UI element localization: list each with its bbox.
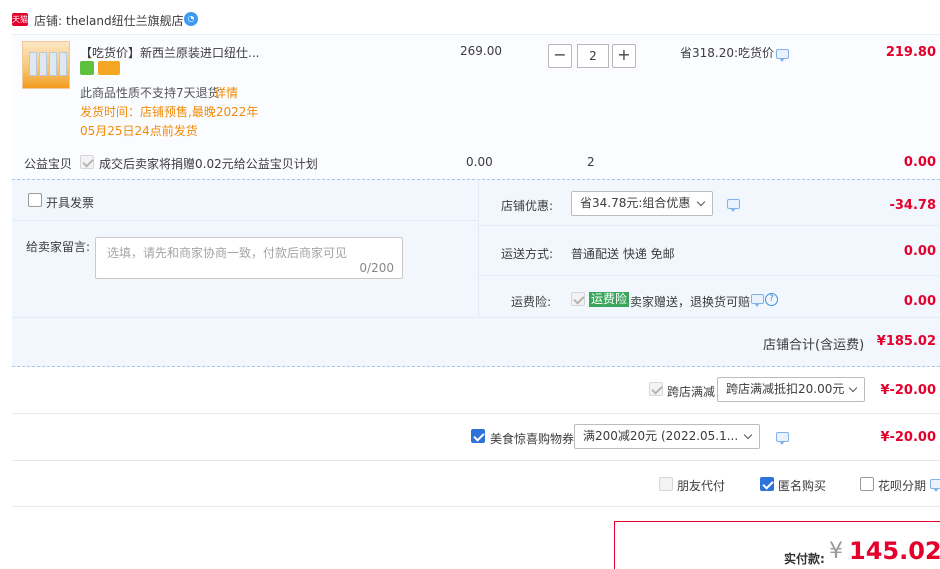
charity-price: 0.00 [466,155,493,169]
shipping-amount: 0.00 [903,244,936,259]
payment-amount: 145.02 [849,537,940,565]
cross-store-checkbox [649,382,663,396]
insurance-checkbox [571,292,585,306]
store-discount-selected: 省34.78元:组合优惠 [580,196,691,210]
quantity-input[interactable]: 2 [577,44,609,68]
store-discount-amount: -34.78 [889,198,936,213]
huabei-label: 花呗分期 [878,479,927,493]
quantity-increase-button[interactable]: + [612,44,636,68]
store-discount-select[interactable]: 省34.78元:组合优惠 [571,191,713,216]
store-discount-label: 店铺优惠: [501,199,554,213]
message-counter: 0/200 [359,261,394,275]
return-policy-note: 此商品性质不支持7天退货 [80,86,220,100]
card-badge-icon [98,61,120,75]
charity-text: 成交后卖家将捐赠0.02元给公益宝贝计划 [99,157,318,171]
item-subtotal: 219.80 [885,45,936,60]
store-total-label: 店铺合计(含运费) [763,338,865,353]
invoice-label: 开具发票 [46,196,95,210]
shipping-label: 运送方式: [501,247,554,261]
charity-qty: 2 [587,155,595,169]
anonymous-checkbox[interactable] [760,477,774,491]
cross-store-amount: ¥-20.00 [880,383,936,398]
insurance-label: 运费险: [511,295,552,309]
help-icon[interactable]: ? [765,293,778,306]
seller-message-textarea[interactable]: 选填，请先和商家协商一致，付款后商家可见 0/200 [95,237,403,279]
message-label: 给卖家留言: [26,240,91,254]
payment-currency: ¥ [829,539,843,564]
item-unit-price: 269.00 [460,44,502,58]
product-image[interactable] [22,41,70,89]
insurance-tag: 运费险 [589,292,630,307]
coupon-checkbox[interactable] [471,429,485,443]
ship-time-line1: 发货时间：店铺预售,最晚2022年 [80,105,259,119]
discount-info-icon[interactable] [776,49,789,62]
cross-store-selected: 跨店满减抵扣20.00元 [726,382,845,396]
insurance-chat-icon[interactable] [751,294,764,307]
charity-checkbox [80,155,94,169]
chevron-down-icon [696,197,706,207]
shipping-value: 普通配送 快递 免邮 [571,247,675,261]
chevron-down-icon [848,383,858,393]
store-name-link[interactable]: theland纽仕兰旗舰店 [66,12,184,29]
cross-store-select[interactable]: 跨店满减抵扣20.00元 [717,377,865,402]
charity-total: 0.00 [903,155,936,170]
huabei-info-icon[interactable] [930,479,940,492]
coupon-select[interactable]: 满200减20元 (2022.05.1... [574,424,760,449]
chevron-down-icon [743,430,753,440]
invoice-checkbox[interactable] [28,193,42,207]
cross-store-label: 跨店满减 [667,385,716,399]
wangwang-chat-icon[interactable]: ◔ [184,12,198,26]
coupon-amount: ¥-20.00 [880,430,936,445]
item-discount-note: 省318.20:吃货价 [680,46,775,60]
payment-label: 实付款: [784,552,825,566]
payment-summary-box: 实付款: ¥ 145.02 [614,521,940,569]
huabei-checkbox[interactable] [860,477,874,491]
service-badge-icon [80,61,94,75]
coupon-selected: 满200减20元 (2022.05.1... [583,429,739,443]
friend-pay-checkbox [659,477,673,491]
ship-time-line2: 05月25日24点前发货 [80,124,198,138]
store-discount-info-icon[interactable] [727,199,740,212]
store-total-amount: ¥185.02 [876,334,936,349]
product-title-link[interactable]: 【吃货价】新西兰原装进口纽仕... [80,44,259,61]
anonymous-label: 匿名购买 [778,479,827,493]
return-details-link[interactable]: 详情 [214,84,238,101]
store-header: 天猫 店铺: theland纽仕兰旗舰店 ◔ [0,0,940,30]
insurance-text: 卖家赠送，退换货可赔 [630,295,751,309]
store-label: 店铺: [34,14,63,28]
charity-label: 公益宝贝 [24,157,73,171]
coupon-label: 美食惊喜购物券 [490,432,575,446]
tmall-badge: 天猫 [12,13,28,26]
coupon-info-icon[interactable] [776,432,789,445]
quantity-decrease-button[interactable]: − [548,44,572,68]
friend-pay-label: 朋友代付 [677,479,726,493]
message-placeholder: 选填，请先和商家协商一致，付款后商家可见 [107,246,348,260]
insurance-amount: 0.00 [903,294,936,309]
